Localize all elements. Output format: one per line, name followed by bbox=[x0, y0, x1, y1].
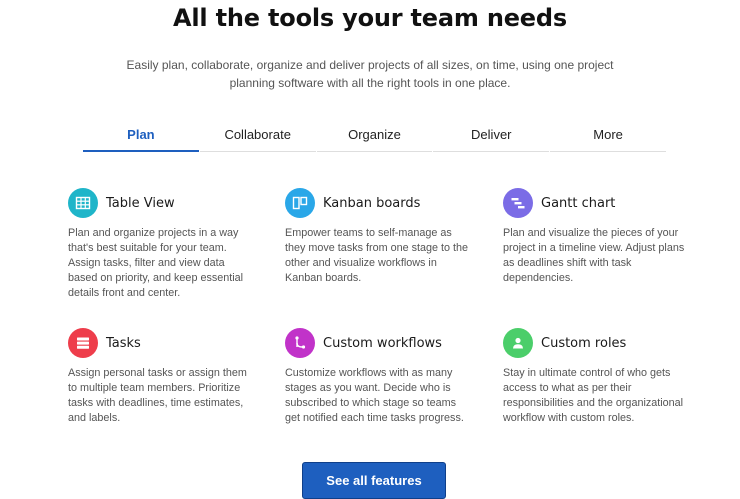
tasks-icon bbox=[68, 328, 98, 358]
see-all-features-button[interactable]: See all features bbox=[302, 462, 446, 499]
feature-card-custom-workflows: Custom workflows Customize workflows wit… bbox=[285, 328, 485, 426]
feature-title: Gantt chart bbox=[541, 195, 616, 211]
kanban-icon bbox=[285, 188, 315, 218]
feature-card-kanban-boards: Kanban boards Empower teams to self-mana… bbox=[285, 188, 485, 286]
feature-card-custom-roles: Custom roles Stay in ultimate control of… bbox=[503, 328, 703, 426]
feature-title: Custom workflows bbox=[323, 335, 442, 351]
feature-card-tasks: Tasks Assign personal tasks or assign th… bbox=[68, 328, 268, 426]
tab-deliver[interactable]: Deliver bbox=[433, 120, 550, 152]
section-subtitle: Easily plan, collaborate, organize and d… bbox=[126, 58, 614, 90]
user-icon bbox=[503, 328, 533, 358]
feature-description: Customize workflows with as many stages … bbox=[285, 367, 464, 424]
feature-title: Tasks bbox=[106, 335, 141, 351]
feature-title: Custom roles bbox=[541, 335, 627, 351]
feature-card-table-view: Table View Plan and organize projects in… bbox=[68, 188, 268, 301]
feature-title: Table View bbox=[106, 195, 175, 211]
tab-more[interactable]: More bbox=[550, 120, 666, 152]
feature-description: Empower teams to self-manage as they mov… bbox=[285, 227, 469, 284]
tab-organize[interactable]: Organize bbox=[316, 120, 433, 152]
feature-title: Kanban boards bbox=[323, 195, 421, 211]
feature-description: Plan and organize projects in a way that… bbox=[68, 227, 244, 299]
feature-card-gantt-chart: Gantt chart Plan and visualize the piece… bbox=[503, 188, 703, 286]
section-title: All the tools your team needs bbox=[173, 4, 567, 32]
feature-tabs: Plan Collaborate Organize Deliver More bbox=[83, 120, 666, 152]
workflow-icon bbox=[285, 328, 315, 358]
tab-collaborate[interactable]: Collaborate bbox=[199, 120, 316, 152]
table-icon bbox=[68, 188, 98, 218]
feature-description: Stay in ultimate control of who gets acc… bbox=[503, 367, 684, 424]
feature-description: Assign personal tasks or assign them to … bbox=[68, 367, 247, 424]
feature-description: Plan and visualize the pieces of your pr… bbox=[503, 227, 685, 284]
tab-plan[interactable]: Plan bbox=[83, 120, 199, 152]
gantt-icon bbox=[503, 188, 533, 218]
